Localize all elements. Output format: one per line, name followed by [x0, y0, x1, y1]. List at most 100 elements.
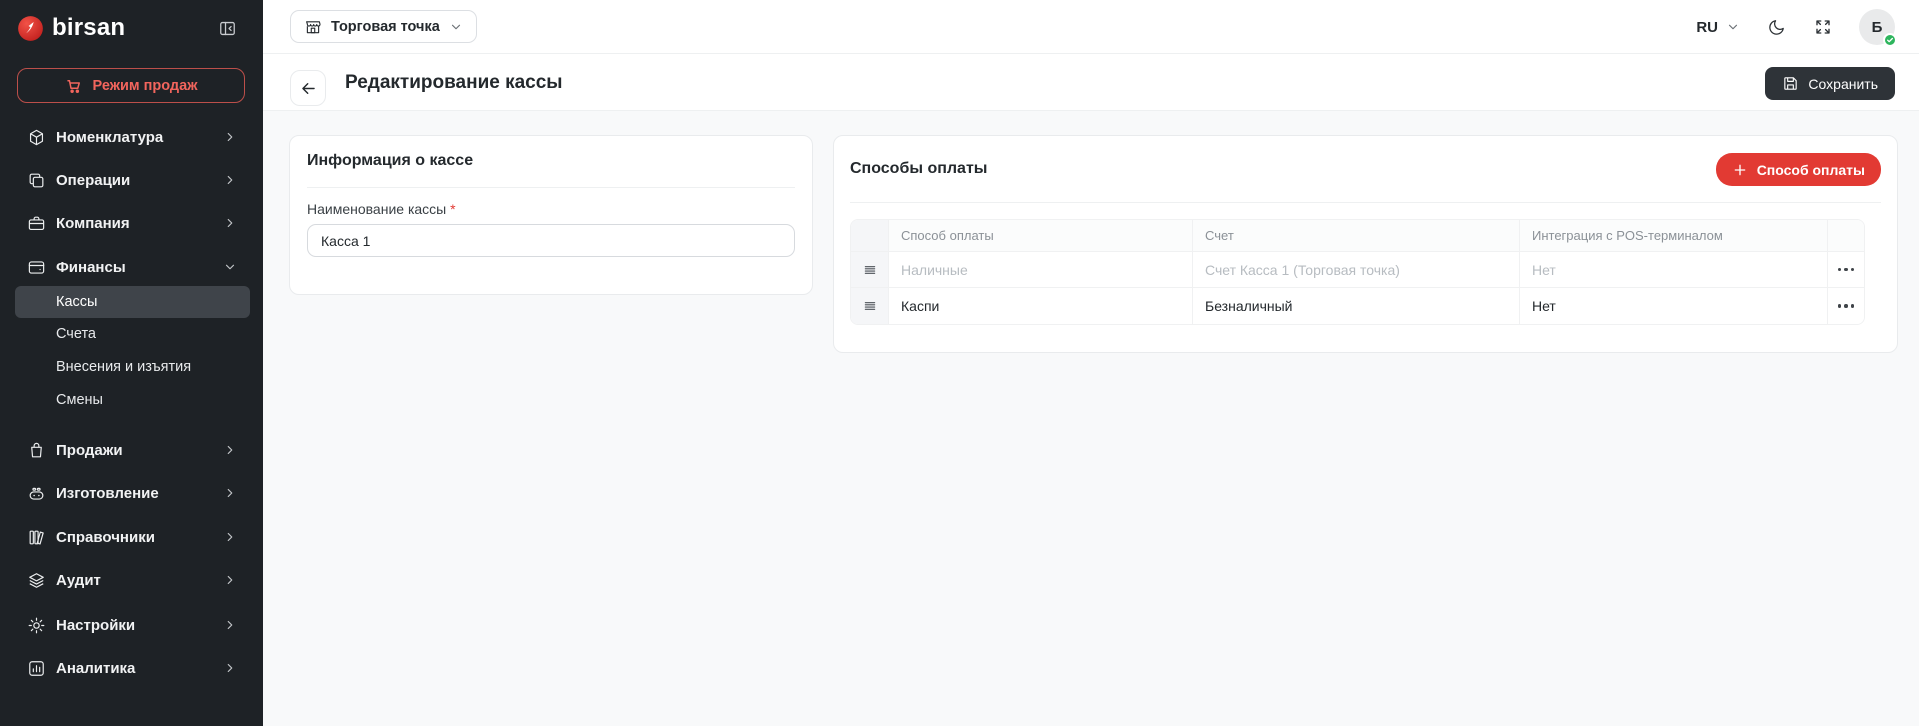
page-header: Редактирование кассы Сохранить	[263, 54, 1919, 111]
sidebar-item-manufacturing[interactable]: Изготовление	[0, 478, 263, 508]
sidebar-item-label: Операции	[56, 171, 131, 189]
cell-method: Наличные	[889, 252, 1193, 288]
save-button-label: Сохранить	[1808, 75, 1878, 92]
topbar: Торговая точка RU Б	[263, 0, 1919, 54]
logo[interactable]: birsan	[17, 10, 249, 46]
shopping-bag-icon	[27, 441, 46, 460]
sidebar-item-label: Номенклатура	[56, 128, 164, 146]
row-actions-button[interactable]	[1828, 252, 1864, 288]
sidebar-item-company[interactable]: Компания	[0, 208, 263, 238]
wallet-icon	[27, 258, 46, 277]
sidebar-item-label: Справочники	[56, 528, 155, 546]
ellipsis-icon	[1837, 267, 1855, 272]
table-header-drag	[851, 220, 889, 252]
sidebar-item-label: Аналитика	[56, 659, 136, 677]
save-button[interactable]: Сохранить	[1765, 67, 1895, 100]
add-payment-method-button[interactable]: Способ оплаты	[1715, 153, 1881, 186]
drag-handle-icon	[864, 265, 875, 274]
table-header-method: Способ оплаты	[889, 220, 1193, 252]
drag-handle-icon	[864, 302, 875, 310]
sidebar-item-sales[interactable]: Продажи	[0, 435, 263, 465]
arrow-left-icon	[301, 82, 315, 94]
cash-register-info-card: Информация о кассе Наименование кассы *	[289, 135, 813, 295]
back-button[interactable]	[290, 70, 326, 106]
table-header-integration: Интеграция с POS-терминалом	[1520, 220, 1828, 252]
required-asterisk: *	[450, 201, 456, 217]
sidebar-subitem-vnesenia[interactable]: Внесения и изъятия	[0, 352, 263, 382]
sales-mode-button[interactable]: Режим продаж	[17, 68, 245, 103]
table-header-actions	[1828, 220, 1864, 252]
store-selector-label: Торговая точка	[331, 18, 440, 35]
sidebar-item-analytics[interactable]: Аналитика	[0, 653, 263, 683]
sidebar-item-label: Аудит	[56, 571, 101, 589]
sidebar-item-label: Компания	[56, 214, 130, 232]
sidebar-item-finance[interactable]: Финансы	[0, 252, 263, 282]
sidebar-item-label: Финансы	[56, 258, 126, 276]
store-selector[interactable]: Торговая точка	[290, 10, 477, 43]
sidebar-item-label: Продажи	[56, 441, 123, 459]
divider	[850, 202, 1881, 203]
page-title: Редактирование кассы	[345, 71, 563, 93]
chevron-down-icon	[1728, 24, 1738, 30]
sidebar-item-directories[interactable]: Справочники	[0, 522, 263, 552]
logo-icon	[18, 15, 43, 41]
save-icon	[1784, 77, 1798, 90]
drag-handle[interactable]	[851, 288, 889, 324]
chevron-right-icon	[223, 661, 237, 675]
name-field-label: Наименование кассы *	[307, 201, 795, 217]
name-field-label-text: Наименование кассы	[307, 201, 447, 217]
sidebar-subitem-smeny[interactable]: Смены	[0, 385, 263, 415]
cell-integration: Нет	[1520, 288, 1828, 324]
gear-icon	[27, 616, 46, 635]
sidebar-item-label: Настройки	[56, 616, 136, 634]
info-card-title: Информация о кассе	[307, 152, 474, 169]
books-icon	[27, 528, 46, 547]
cell-method: Каспи	[889, 288, 1193, 324]
divider	[307, 187, 795, 188]
app-root: birsan Режим продаж Номенклатура Операци…	[0, 0, 1919, 726]
sidebar-subitem-scheta[interactable]: Счета	[0, 319, 263, 349]
chevron-down-icon	[451, 24, 460, 29]
collapse-sidebar-icon[interactable]	[213, 14, 241, 42]
dark-mode-moon-icon[interactable]	[1765, 16, 1787, 38]
chevron-down-icon	[223, 260, 237, 274]
sidebar-subitem-label: Счета	[56, 326, 96, 342]
copy-icon	[27, 171, 46, 190]
add-payment-method-label: Способ оплаты	[1756, 161, 1865, 178]
sidebar-subitem-label: Кассы	[56, 294, 98, 310]
table-header-account: Счет	[1193, 220, 1520, 252]
cube-icon	[27, 128, 46, 147]
briefcase-icon	[27, 214, 46, 233]
cart-icon	[66, 79, 80, 93]
topbar-right-cluster: RU Б	[1696, 0, 1897, 54]
sales-mode-label: Режим продаж	[92, 77, 198, 94]
sidebar-item-operations[interactable]: Операции	[0, 165, 263, 195]
fullscreen-icon[interactable]	[1812, 16, 1834, 38]
drag-handle[interactable]	[851, 252, 889, 288]
online-status-badge	[1883, 33, 1897, 47]
chevron-right-icon	[223, 618, 237, 632]
language-selector[interactable]: RU	[1696, 19, 1740, 36]
payment-methods-card: Способы оплаты Способ оплаты Способ опла…	[833, 135, 1898, 353]
chevron-right-icon	[223, 443, 237, 457]
plus-icon	[1734, 164, 1746, 175]
sidebar-item-audit[interactable]: Аудит	[0, 565, 263, 595]
sidebar-item-label: Изготовление	[56, 484, 159, 502]
chevron-right-icon	[223, 173, 237, 187]
robot-icon	[27, 484, 46, 503]
row-actions-button[interactable]	[1828, 288, 1864, 324]
ellipsis-icon	[1837, 304, 1855, 308]
payment-methods-table: Способ оплаты Счет Интеграция с POS-терм…	[850, 219, 1865, 325]
payment-card-header: Способы оплаты Способ оплаты	[850, 152, 1881, 202]
sidebar-item-settings[interactable]: Настройки	[0, 610, 263, 640]
chevron-right-icon	[223, 530, 237, 544]
storefront-icon	[306, 20, 321, 33]
cash-register-name-input[interactable]	[307, 224, 795, 257]
sidebar-item-nomenclature[interactable]: Номенклатура	[0, 122, 263, 152]
chevron-right-icon	[223, 573, 237, 587]
chevron-right-icon	[223, 130, 237, 144]
cell-account: Счет Касса 1 (Торговая точка)	[1193, 252, 1520, 288]
logo-text: birsan	[52, 14, 126, 41]
sidebar-subitem-kassy[interactable]: Кассы	[0, 287, 263, 317]
avatar[interactable]: Б	[1859, 9, 1897, 47]
